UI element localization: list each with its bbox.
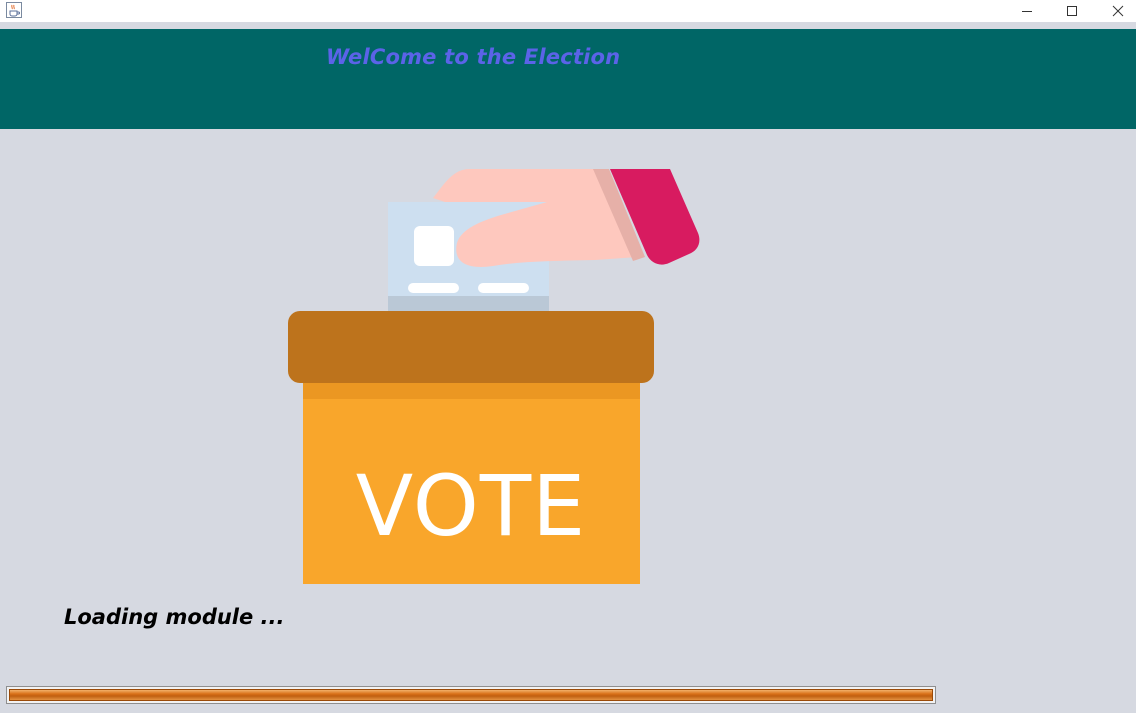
progress-fill	[9, 689, 933, 701]
ballot-box-illustration: VOTE	[285, 165, 705, 587]
maximize-icon	[1067, 6, 1077, 16]
loading-status-text: Loading module ...	[64, 605, 285, 629]
page-title: WelCome to the Election	[326, 45, 621, 69]
ballot-box-lid	[288, 311, 654, 383]
header-banner: WelCome to the Election	[0, 29, 1136, 129]
close-icon	[1112, 5, 1124, 17]
maximize-button[interactable]	[1049, 0, 1095, 22]
ballot-box-label: VOTE	[356, 457, 587, 555]
header-top-strip	[0, 22, 1136, 29]
close-button[interactable]	[1095, 0, 1136, 22]
minimize-button[interactable]	[1004, 0, 1050, 22]
minimize-icon	[1022, 11, 1032, 12]
window-titlebar	[0, 0, 1136, 22]
java-cup-icon	[6, 2, 22, 18]
ballot-box-icon: VOTE	[288, 169, 700, 584]
loading-progress-bar	[6, 686, 936, 704]
